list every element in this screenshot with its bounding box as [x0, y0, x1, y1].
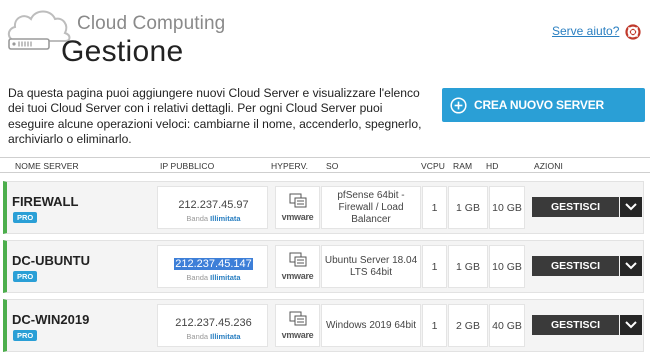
hypervisor-name: vmware [281, 330, 314, 340]
column-header-ip: IP PUBBLICO [160, 161, 215, 171]
hypervisor-cell: vmware [275, 245, 320, 288]
create-server-label: CREA NUOVO SERVER [474, 98, 604, 112]
ip-address-selected: 212.237.45.147 [174, 258, 253, 270]
vmware-server-icon [289, 252, 307, 267]
vcpu-cell: 1 [422, 245, 447, 288]
ip-address: 212.237.45.236 [175, 317, 252, 329]
ip-address: 212.237.45.97 [178, 199, 249, 211]
ip-cell: 212.237.45.97 Banda Illimitata [157, 186, 268, 229]
column-header-hypervisor: HYPERV. [271, 161, 309, 171]
vcpu-cell: 1 [422, 186, 447, 229]
hd-cell: 10 GB [489, 186, 525, 229]
bandwidth-label: Banda Illimitata [186, 332, 241, 341]
os-cell: pfSense 64bit - Firewall / Load Balancer [321, 186, 421, 229]
hypervisor-name: vmware [281, 212, 314, 222]
os-cell: Ubuntu Server 18.04 LTS 64bit [321, 245, 421, 288]
plan-badge: PRO [13, 271, 38, 282]
actions-dropdown[interactable] [620, 315, 642, 335]
header-divider [0, 157, 650, 158]
server-name[interactable]: DC-UBUNTU [12, 253, 90, 268]
hd-cell: 40 GB [489, 304, 525, 347]
column-header-vcpu: VCPU [421, 161, 446, 171]
column-header-actions: AZIONI [534, 161, 563, 171]
vmware-server-icon [289, 193, 307, 208]
intro-text: Da questa pagina puoi aggiungere nuovi C… [8, 86, 422, 147]
chevron-down-icon [625, 262, 637, 270]
server-row: FIREWALL PRO 212.237.45.97 Banda Illimit… [3, 181, 644, 234]
manage-button[interactable]: GESTISCI [532, 197, 619, 217]
ram-cell: 2 GB [448, 304, 488, 347]
page-title: Gestione [61, 35, 184, 68]
manage-button[interactable]: GESTISCI [532, 256, 619, 276]
column-header-hd: HD [486, 161, 499, 171]
os-cell: Windows 2019 64bit [321, 304, 421, 347]
server-name[interactable]: FIREWALL [12, 194, 78, 209]
column-header-ram: RAM [453, 161, 473, 171]
chevron-down-icon [625, 321, 637, 329]
chevron-down-icon [625, 203, 637, 211]
create-server-button[interactable]: CREA NUOVO SERVER [442, 88, 645, 122]
vcpu-cell: 1 [422, 304, 447, 347]
bandwidth-label: Banda Illimitata [186, 214, 241, 223]
server-name[interactable]: DC-WIN2019 [12, 312, 89, 327]
vmware-server-icon [289, 311, 307, 326]
plus-circle-icon [450, 96, 467, 114]
plan-badge: PRO [13, 330, 38, 341]
bandwidth-label: Banda Illimitata [186, 273, 241, 282]
column-header-name: NOME SERVER [15, 161, 79, 171]
ram-cell: 1 GB [448, 186, 488, 229]
server-row: DC-WIN2019 PRO 212.237.45.236 Banda Illi… [3, 299, 644, 352]
ip-cell: 212.237.45.147 Banda Illimitata [157, 245, 268, 288]
manage-button[interactable]: GESTISCI [532, 315, 619, 335]
lifebuoy-icon[interactable] [625, 24, 641, 40]
column-header-os: SO [326, 161, 339, 171]
hypervisor-name: vmware [281, 271, 314, 281]
actions-dropdown[interactable] [620, 256, 642, 276]
brand-name: Cloud Computing [77, 13, 226, 34]
ip-cell: 212.237.45.236 Banda Illimitata [157, 304, 268, 347]
hypervisor-cell: vmware [275, 186, 320, 229]
column-header-divider [0, 172, 650, 173]
help-link[interactable]: Serve aiuto? [552, 24, 619, 38]
plan-badge: PRO [13, 212, 38, 223]
ram-cell: 1 GB [448, 245, 488, 288]
hypervisor-cell: vmware [275, 304, 320, 347]
actions-dropdown[interactable] [620, 197, 642, 217]
server-row: DC-UBUNTU PRO 212.237.45.147 Banda Illim… [3, 240, 644, 293]
hd-cell: 10 GB [489, 245, 525, 288]
